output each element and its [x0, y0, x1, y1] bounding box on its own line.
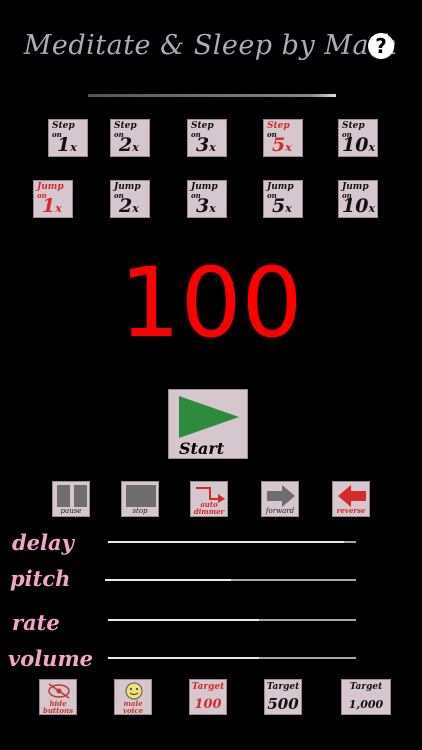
- count-display: 100: [119, 247, 303, 359]
- rate-slider[interactable]: [108, 619, 356, 621]
- pitch-label: pitch: [10, 566, 71, 591]
- jump-10x-button[interactable]: Jump on 10x: [338, 180, 378, 218]
- delay-label: delay: [12, 530, 74, 555]
- volume-slider[interactable]: [108, 657, 356, 659]
- pause-icon: [57, 485, 87, 507]
- progress-track: [88, 94, 336, 97]
- target-1000-button[interactable]: Target 1,000: [341, 679, 391, 715]
- auto-dimmer-button[interactable]: auto dimmer: [190, 481, 228, 517]
- help-button[interactable]: ?: [368, 33, 394, 59]
- delay-slider[interactable]: [108, 541, 356, 543]
- pitch-slider[interactable]: [105, 579, 356, 581]
- rate-label: rate: [12, 610, 60, 635]
- start-button[interactable]: Start: [168, 389, 248, 459]
- hide-buttons-button[interactable]: hide buttons: [39, 679, 77, 715]
- volume-label: volume: [8, 646, 94, 671]
- pause-button[interactable]: pause: [52, 481, 90, 517]
- forward-button[interactable]: forward: [261, 481, 299, 517]
- jump-2x-button[interactable]: Jump on 2x: [110, 180, 150, 218]
- stop-button[interactable]: stop: [121, 481, 159, 517]
- step-2x-button[interactable]: Step on 2x: [110, 119, 150, 157]
- male-voice-button[interactable]: male voice: [114, 679, 152, 715]
- stop-icon: [126, 485, 156, 507]
- step-1x-button[interactable]: Step on 1x: [48, 119, 88, 157]
- arrow-left-icon: [338, 485, 366, 507]
- arrow-right-icon: [267, 485, 295, 507]
- play-icon: [179, 396, 239, 438]
- step-5x-button[interactable]: Step on 5x: [263, 119, 303, 157]
- target-500-button[interactable]: Target 500: [264, 679, 302, 715]
- eye-slash-icon: [48, 683, 70, 699]
- start-label: Start: [179, 439, 225, 458]
- smiley-face-icon: [125, 682, 143, 700]
- jump-5x-button[interactable]: Jump on 5x: [263, 180, 303, 218]
- jump-3x-button[interactable]: Jump on 3x: [187, 180, 227, 218]
- jump-1x-button[interactable]: Jump on 1x: [33, 180, 73, 218]
- target-100-button[interactable]: Target 100: [189, 679, 227, 715]
- reverse-button[interactable]: reverse: [332, 481, 370, 517]
- step-10x-button[interactable]: Step on 10x: [338, 119, 378, 157]
- step-3x-button[interactable]: Step on 3x: [187, 119, 227, 157]
- app-title: Meditate & Sleep by Math: [23, 30, 399, 61]
